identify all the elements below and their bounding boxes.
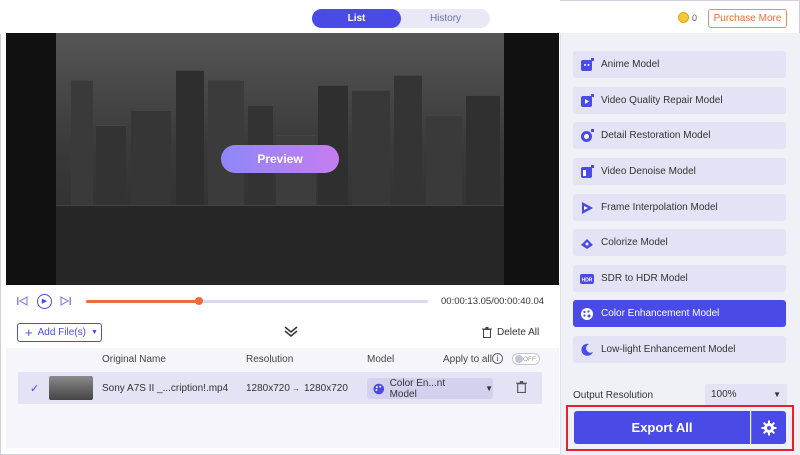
caret-down-icon: ▼ — [773, 390, 781, 399]
play-button[interactable]: ▶ — [37, 293, 52, 309]
view-tabs: List History — [312, 9, 490, 28]
delete-all-button[interactable]: Delete All — [482, 327, 539, 338]
resolution-output: 1280x720 — [304, 383, 348, 394]
seek-bar[interactable] — [86, 297, 428, 305]
model-label: Video Quality Repair Model — [601, 95, 723, 106]
chevron-down-icon: ▼ — [90, 329, 98, 336]
check-icon[interactable]: ✓ — [30, 382, 39, 395]
delete-all-label: Delete All — [497, 327, 540, 338]
model-select[interactable]: Color En...nt Model ▼ — [367, 377, 493, 400]
video-preview: Preview — [6, 33, 559, 285]
header-original-name: Original Name — [102, 354, 166, 365]
output-resolution-label: Output Resolution — [573, 390, 654, 401]
delete-row-icon[interactable] — [516, 381, 527, 393]
model-label: Low-light Enhancement Model — [601, 344, 736, 355]
previous-frame-button[interactable] — [17, 293, 28, 309]
model-colorize[interactable]: Colorize Model — [573, 229, 786, 256]
model-frame-interpolation[interactable]: Frame Interpolation Model — [573, 194, 786, 221]
plus-icon: + — [25, 324, 33, 340]
model-select-value: Color En...nt Model — [389, 377, 446, 400]
video-thumbnail — [49, 376, 93, 400]
coin-icon — [678, 12, 689, 23]
model-color-enhancement[interactable]: Color Enhancement Model — [573, 300, 786, 327]
apply-all-toggle[interactable]: OFF — [512, 353, 540, 365]
model-sdr-to-hdr[interactable]: HDR SDR to HDR Model — [573, 265, 786, 292]
time-readout: 00:00:13.05/00:00:40.04 — [441, 296, 545, 307]
model-label: Detail Restoration Model — [601, 130, 711, 141]
header-resolution: Resolution — [246, 354, 294, 365]
collapse-button[interactable] — [283, 326, 299, 340]
video-repair-icon — [579, 93, 595, 109]
play-icon: ▶ — [37, 293, 52, 309]
model-label: Anime Model — [601, 59, 660, 70]
model-label: Frame Interpolation Model — [601, 202, 718, 213]
palette-icon — [579, 306, 595, 322]
model-label: SDR to HDR Model — [601, 273, 688, 284]
resolution-input: 1280x720 — [246, 383, 290, 394]
add-files-label: Add File(s) — [37, 327, 86, 338]
output-resolution-value: 100% — [711, 389, 737, 400]
export-all-button[interactable]: Export All — [574, 411, 750, 444]
caret-down-icon: ▼ — [485, 384, 493, 393]
export-settings-button[interactable] — [751, 411, 786, 444]
trash-icon — [482, 327, 492, 338]
model-label: Colorize Model — [601, 237, 668, 248]
model-label: Video Denoise Model — [601, 166, 696, 177]
palette-icon — [373, 383, 385, 394]
header-apply-all: Apply to all — [443, 354, 492, 365]
file-name: Sony A7S II _...cription!.mp4 — [102, 383, 229, 394]
skip-forward-icon — [60, 296, 71, 306]
toggle-state: OFF — [523, 355, 536, 363]
header-model: Model — [367, 354, 395, 365]
denoise-icon — [579, 164, 595, 180]
hdr-icon: HDR — [579, 271, 595, 287]
seek-handle[interactable] — [194, 297, 203, 305]
info-icon[interactable]: i — [492, 353, 503, 364]
credits: 0 — [678, 12, 697, 23]
seek-progress — [86, 300, 199, 303]
anime-icon — [579, 57, 595, 73]
arrow-right-icon: → — [292, 384, 300, 393]
next-frame-button[interactable] — [60, 293, 71, 309]
tab-list[interactable]: List — [312, 9, 401, 28]
model-anime[interactable]: Anime Model — [573, 51, 786, 78]
double-chevron-down-icon — [284, 326, 298, 337]
colorize-icon — [579, 235, 595, 251]
model-low-light-enhancement[interactable]: Low-light Enhancement Model — [573, 336, 786, 363]
frame-interpolation-icon — [579, 200, 595, 216]
model-video-denoise[interactable]: Video Denoise Model — [573, 158, 786, 185]
skip-back-icon — [17, 296, 28, 306]
gear-icon — [761, 420, 777, 435]
moon-icon — [579, 342, 595, 358]
model-detail-restoration[interactable]: Detail Restoration Model — [573, 122, 786, 149]
tab-history[interactable]: History — [401, 9, 490, 28]
add-files-button[interactable]: + Add File(s) ▼ — [17, 323, 102, 342]
output-resolution-select[interactable]: 100% ▼ — [705, 384, 787, 405]
detail-restoration-icon — [579, 128, 595, 144]
purchase-more-button[interactable]: Purchase More — [708, 9, 787, 28]
credits-count: 0 — [692, 12, 698, 23]
toggle-knob — [515, 355, 523, 363]
preview-button[interactable]: Preview — [221, 145, 339, 173]
model-video-quality-repair[interactable]: Video Quality Repair Model — [573, 87, 786, 114]
model-label: Color Enhancement Model — [601, 308, 720, 319]
svg-text:HDR: HDR — [582, 277, 593, 283]
